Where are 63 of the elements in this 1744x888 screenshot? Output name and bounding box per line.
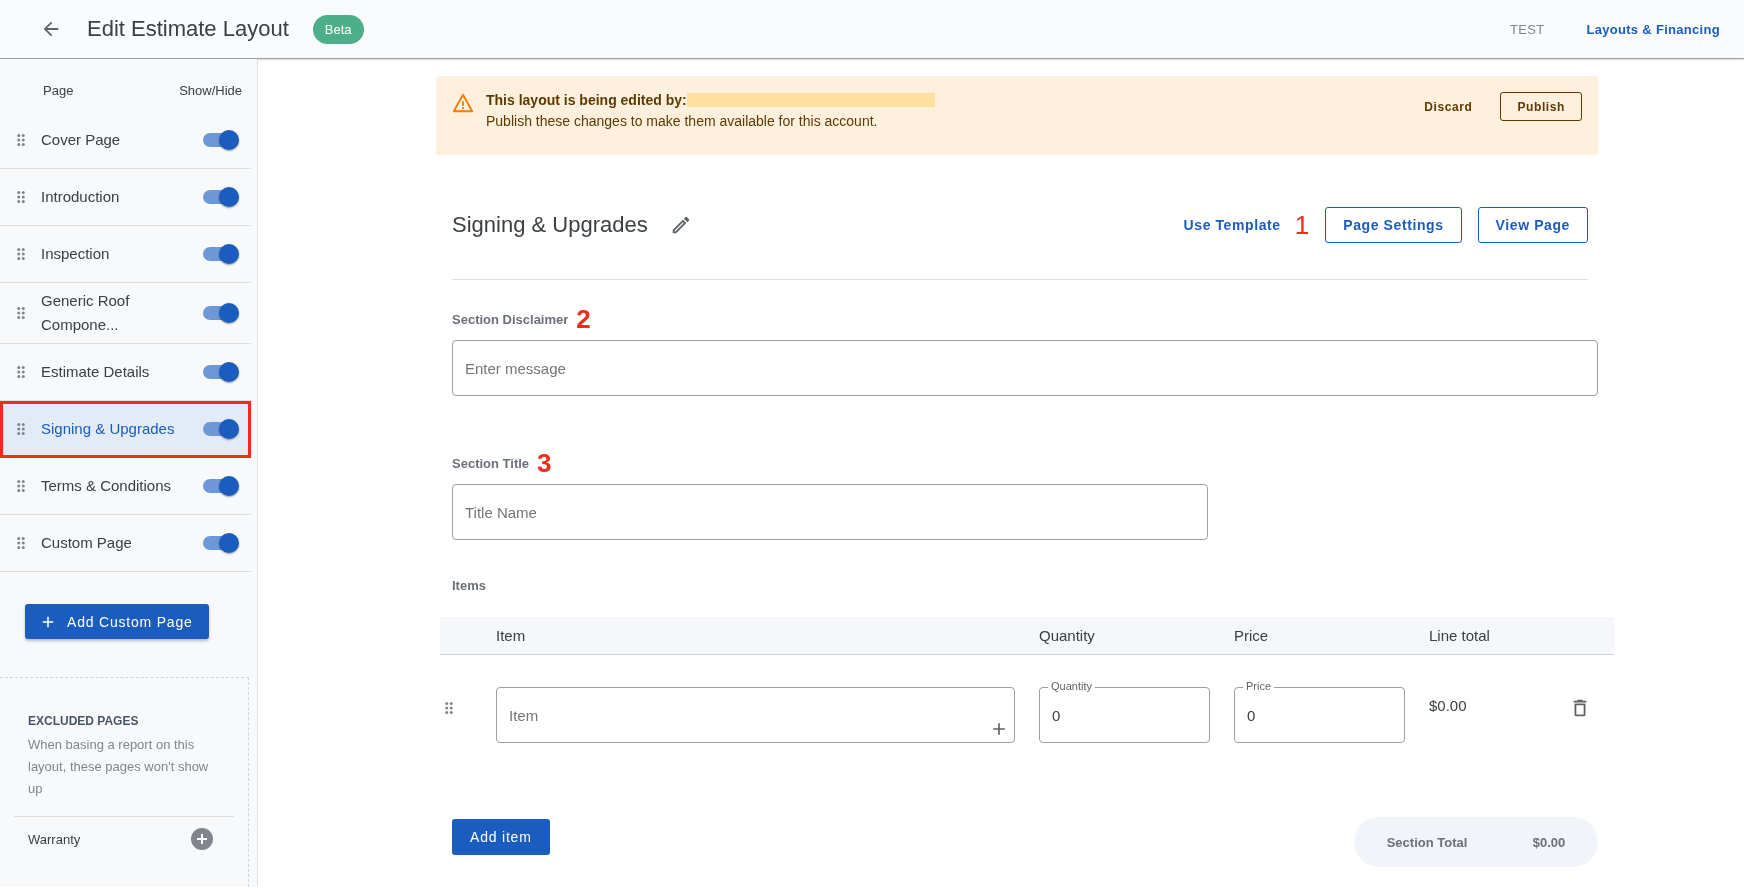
warning-icon [452,92,474,114]
visibility-toggle[interactable] [203,422,237,436]
floating-label: Quantity [1048,680,1095,692]
column-header: Price [1234,627,1270,644]
sidebar-item[interactable]: Generic Roof Compone... [0,283,251,344]
field-label: Section Disclaimer [452,311,569,327]
items-label: Items [452,578,487,593]
page-name: Estimate Details [41,362,151,382]
visibility-toggle[interactable] [203,365,237,379]
header-link[interactable]: TEST [1510,21,1545,37]
text-field[interactable]: Enter message [452,340,1598,396]
page-name: Introduction [41,187,121,207]
column-header: Quantity [1039,627,1096,644]
floating-label: Price [1243,680,1275,692]
total-value: $0.00 [1532,834,1566,850]
visibility-toggle[interactable] [203,479,237,493]
banner-message: Publish these changes to make them available for this account. [486,113,879,129]
annotation-number: 2 [576,306,591,332]
page-name: Terms & Conditions [41,476,173,496]
item-field[interactable]: Item [496,687,1015,743]
add-custom-page-button[interactable]: Add Custom Page [25,604,209,639]
page-name: Generic Roof Compone... [41,291,131,335]
visibility-toggle[interactable] [203,306,237,320]
page-name: Custom Page [41,533,133,553]
annotation-number: 3 [537,450,552,476]
banner-title: This layout is being edited by: [486,92,687,108]
discard-button[interactable]: Discard [1414,92,1483,121]
page-action-button[interactable]: Page Settings [1325,206,1462,243]
sidebar-item[interactable]: Signing & Upgrades [0,401,251,458]
beta-badge: Beta [312,14,364,44]
field-label: Section Title [452,455,530,471]
page-name: Cover Page [41,130,122,150]
header-link[interactable]: Layouts & Financing [1586,21,1720,37]
column-header: Line total [1429,627,1491,644]
sidebar-item[interactable]: Custom Page [0,515,251,572]
line-total: $0.00 [1429,697,1467,714]
add-circle-icon[interactable] [190,827,214,851]
sidebar-item[interactable]: Inspection [0,226,251,283]
excluded-title: EXCLUDED PAGES [28,714,140,728]
section-heading: Signing & Upgrades [452,211,648,238]
visibility-toggle[interactable] [203,247,237,261]
sidebar-item[interactable]: Cover Page [0,112,251,169]
visibility-toggle[interactable] [203,190,237,204]
visibility-toggle[interactable] [203,536,237,550]
column-header: Item [496,627,527,644]
column-header: Page [43,83,74,98]
visibility-toggle[interactable] [203,133,237,147]
text-field[interactable]: Title Name [452,484,1208,540]
add-item-button[interactable]: Add item [452,819,550,855]
column-header: Show/Hide [179,83,242,98]
sidebar-item[interactable]: Terms & Conditions [0,458,251,515]
page-name: Signing & Upgrades [41,419,176,439]
excluded-page-item[interactable]: Warranty [14,816,234,851]
use-template-link[interactable]: Use Template [1177,206,1287,243]
sidebar-item[interactable]: Introduction [0,169,251,226]
excluded-description: When basing a report on this layout, these pages won't show up [28,736,210,798]
page-action-button[interactable]: View Page [1477,206,1588,243]
page-name: Inspection [41,244,111,264]
total-label: Section Total [1386,834,1468,850]
page-title: Edit Estimate Layout [87,16,289,42]
annotation-number: 1 [1294,211,1310,238]
publish-button[interactable]: Publish [1500,92,1582,121]
page-name: Warranty [28,831,81,847]
